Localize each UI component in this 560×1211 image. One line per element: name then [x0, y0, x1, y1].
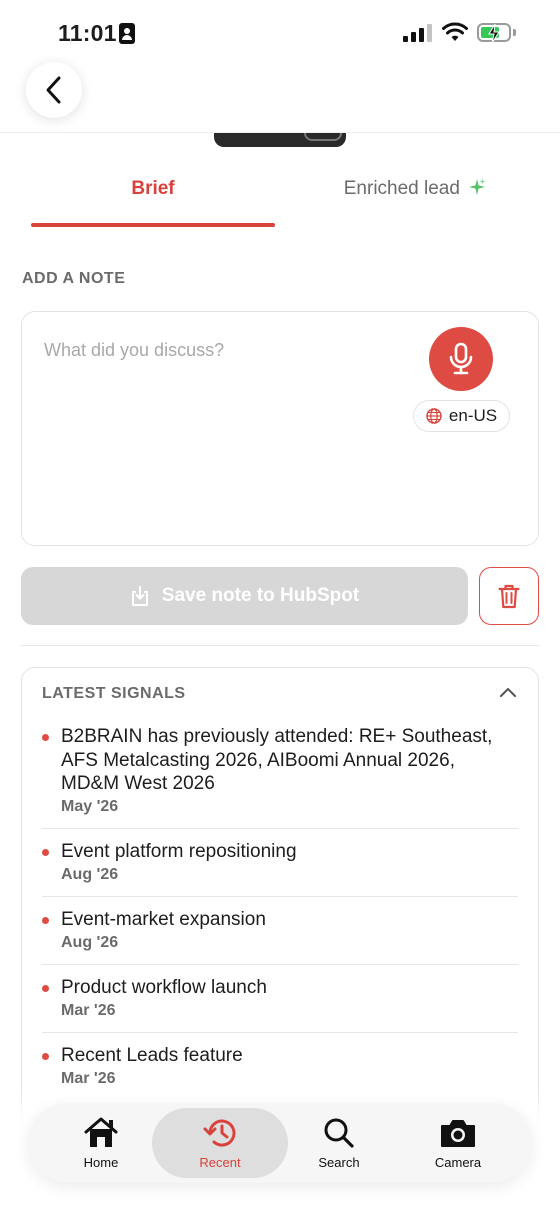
bullet-dot	[42, 734, 49, 741]
microphone-icon	[449, 342, 473, 375]
chevron-left-icon	[46, 76, 61, 104]
signal-divider	[42, 828, 518, 829]
tab-brief[interactable]: Brief	[31, 178, 275, 200]
signal-date: Mar '26	[61, 1002, 116, 1019]
nav-search[interactable]: Search	[279, 1103, 399, 1183]
nav-search-label: Search	[318, 1154, 360, 1170]
bottom-tab-bar: Home Recent Search Camera	[28, 1103, 532, 1183]
latest-signals-card: LATEST SIGNALS B2BRAIN has previously at…	[21, 667, 539, 1147]
signal-divider	[42, 1032, 518, 1033]
signal-text: Recent Leads feature	[61, 1045, 243, 1066]
battery-icon	[477, 23, 511, 43]
chevron-up-icon[interactable]	[499, 686, 517, 698]
bullet-dot	[42, 985, 49, 992]
signal-divider	[42, 896, 518, 897]
tab-enriched-lead[interactable]: Enriched lead	[300, 178, 530, 200]
trash-icon	[498, 584, 520, 609]
home-icon	[84, 1117, 118, 1147]
signal-divider	[42, 964, 518, 965]
delete-note-button[interactable]	[479, 567, 539, 625]
bullet-dot	[42, 849, 49, 856]
nav-camera[interactable]: Camera	[398, 1103, 518, 1183]
signal-text: Event platform repositioning	[61, 841, 297, 862]
status-time: 11:01	[58, 20, 117, 46]
nav-recent-label: Recent	[199, 1154, 241, 1170]
signal-date: May '26	[61, 798, 119, 815]
status-bar: 11:01	[0, 0, 560, 62]
sparkle-icon	[469, 178, 486, 195]
voice-record-button[interactable]	[429, 327, 493, 391]
nav-home[interactable]: Home	[41, 1103, 161, 1183]
signal-date: Aug '26	[61, 866, 119, 883]
camera-icon	[441, 1119, 475, 1147]
bullet-dot	[42, 917, 49, 924]
nav-home-label: Home	[83, 1154, 119, 1170]
signal-date: Aug '26	[61, 934, 119, 951]
nav-camera-label: Camera	[434, 1154, 482, 1170]
globe-icon	[426, 408, 442, 424]
bullet-dot	[42, 1053, 49, 1060]
save-to-hubspot-button[interactable]: Save note to HubSpot	[21, 567, 468, 625]
add-note-heading: ADD A NOTE	[22, 270, 126, 287]
save-icon	[131, 586, 148, 606]
latest-signals-heading: LATEST SIGNALS	[42, 685, 186, 702]
contact-card-icon	[119, 23, 135, 44]
section-divider	[21, 645, 539, 646]
signal-text: Product workflow launch	[61, 977, 267, 998]
save-button-label: Save note to HubSpot	[161, 585, 360, 606]
note-placeholder: What did you discuss?	[44, 340, 225, 360]
cellular-signal-icon	[403, 24, 433, 42]
tab-enriched-lead-label: Enriched lead	[343, 178, 460, 199]
active-tab-indicator	[31, 223, 275, 227]
back-button[interactable]	[26, 62, 82, 118]
lead-photo	[214, 133, 346, 147]
search-icon	[324, 1118, 354, 1148]
signal-text: Event-market expansion	[61, 909, 266, 930]
battery-cap	[513, 29, 516, 36]
language-selector[interactable]: en-US	[413, 400, 510, 432]
language-label: en-US	[448, 406, 498, 425]
note-textarea[interactable]: What did you discuss? en-US	[21, 311, 539, 546]
signal-text: B2BRAIN has previously attended: RE+ Sou…	[61, 726, 493, 794]
history-icon	[203, 1119, 236, 1147]
wifi-icon	[442, 22, 468, 41]
nav-recent[interactable]: Recent	[160, 1103, 280, 1183]
